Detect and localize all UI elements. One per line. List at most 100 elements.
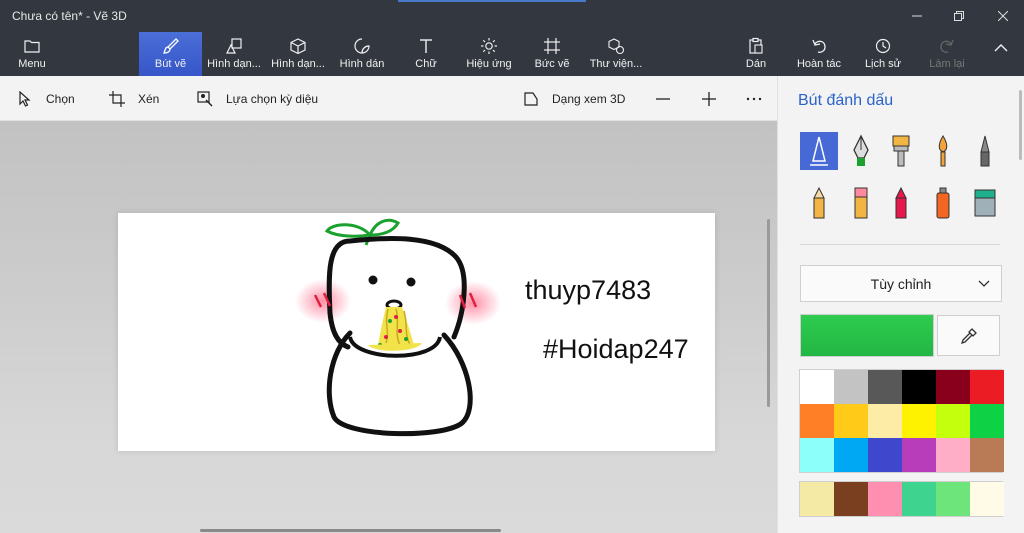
paste-label: Dán xyxy=(745,58,767,70)
color-swatch[interactable] xyxy=(936,438,970,472)
3d-view-label: Dạng xem 3D xyxy=(552,91,626,106)
tab-text[interactable]: Chữ xyxy=(404,32,448,76)
undo-label: Hoàn tác xyxy=(796,58,842,70)
color-swatch[interactable] xyxy=(800,404,834,438)
color-swatch[interactable] xyxy=(800,370,834,404)
close-button[interactable] xyxy=(980,0,1024,32)
color-swatch[interactable] xyxy=(936,404,970,438)
color-swatch[interactable] xyxy=(902,438,936,472)
color-swatch[interactable] xyxy=(970,370,1004,404)
brush-watercolor[interactable] xyxy=(924,132,962,170)
color-swatch[interactable] xyxy=(868,438,902,472)
paste-button[interactable]: Dán xyxy=(738,32,774,76)
color-swatch[interactable] xyxy=(834,482,868,516)
drawing-canvas[interactable]: thuyp7483 #Hoidap247 xyxy=(118,213,715,451)
texture-dropdown-value: Tùy chỉnh xyxy=(870,275,932,292)
close-icon xyxy=(998,11,1008,21)
color-swatch[interactable] xyxy=(834,438,868,472)
brush-marker[interactable] xyxy=(800,132,838,170)
custom-color-palette xyxy=(800,482,1004,516)
color-swatch[interactable] xyxy=(902,404,936,438)
paste-icon xyxy=(747,37,765,55)
title-bar: Chưa có tên* - Vẽ 3D xyxy=(0,0,1024,32)
tool-options-bar: Chọn Xén Lựa chọn kỳ diệu Dạng xem 3D xyxy=(0,76,777,121)
tab-effects[interactable]: Hiệu ứng xyxy=(462,32,516,76)
color-swatch[interactable] xyxy=(902,482,936,516)
menu-button[interactable]: Menu xyxy=(10,32,54,76)
color-swatch[interactable] xyxy=(902,370,936,404)
zoom-out-button[interactable] xyxy=(656,76,670,121)
tab-2d-shapes-label: Hình dạn... xyxy=(207,58,261,70)
restore-button[interactable] xyxy=(936,0,982,32)
color-swatch[interactable] xyxy=(868,482,902,516)
tab-canvas[interactable]: Bức vẽ xyxy=(530,32,574,76)
crop-icon xyxy=(108,90,126,108)
chevron-up-icon xyxy=(994,44,1008,52)
eyedropper-button[interactable] xyxy=(937,315,1000,356)
brush-pencil[interactable] xyxy=(800,184,838,222)
history-icon xyxy=(874,37,892,55)
tab-3d-shapes[interactable]: Hình dạn... xyxy=(268,32,328,76)
3d-shapes-icon xyxy=(289,37,307,55)
canvas-text-username: thuyp7483 xyxy=(525,275,652,305)
brush-fill[interactable] xyxy=(966,184,1004,222)
brush-crayon[interactable] xyxy=(882,184,920,222)
crop-button[interactable]: Xén xyxy=(108,76,159,121)
brush-pixel-pen[interactable] xyxy=(966,132,1004,170)
color-swatch[interactable] xyxy=(868,404,902,438)
current-color-swatch[interactable] xyxy=(800,314,934,357)
panel-scrollbar[interactable] xyxy=(1019,90,1022,160)
color-swatch[interactable] xyxy=(970,438,1004,472)
magic-select-icon xyxy=(196,90,214,108)
minimize-icon xyxy=(912,15,922,17)
color-swatch[interactable] xyxy=(970,482,1004,516)
brush-calligraphy-pen[interactable] xyxy=(842,132,880,170)
tab-brushes[interactable]: Bút vẽ xyxy=(139,32,202,76)
undo-button[interactable]: Hoàn tác xyxy=(794,32,844,76)
magic-select-button[interactable]: Lựa chọn kỳ diệu xyxy=(196,76,318,121)
marker-icon xyxy=(810,136,828,166)
tab-2d-shapes[interactable]: Hình dạn... xyxy=(204,32,264,76)
redo-icon xyxy=(938,37,956,55)
history-button[interactable]: Lịch sử xyxy=(862,32,904,76)
canvas-icon xyxy=(543,37,561,55)
redo-label: Làm lại xyxy=(929,58,965,70)
brush-oil[interactable] xyxy=(882,132,920,170)
3d-view-icon xyxy=(522,90,540,108)
panel-title: Bút đánh dấu xyxy=(798,92,894,109)
tab-stickers[interactable]: Hình dán xyxy=(334,32,390,76)
brush-eraser[interactable] xyxy=(842,184,880,222)
color-swatch[interactable] xyxy=(834,370,868,404)
zoom-in-button[interactable] xyxy=(702,76,716,121)
fill-bucket-icon xyxy=(974,189,996,217)
pixel-pen-icon xyxy=(980,135,990,167)
tab-3d-library[interactable]: Thư viện... xyxy=(588,32,644,76)
chevron-down-icon xyxy=(978,280,990,287)
color-swatch[interactable] xyxy=(970,404,1004,438)
more-options-button[interactable] xyxy=(746,76,762,121)
pencil-icon xyxy=(813,186,825,219)
workspace-vertical-scrollbar[interactable] xyxy=(767,219,770,407)
color-swatch[interactable] xyxy=(800,438,834,472)
panel-divider xyxy=(800,244,1000,245)
redo-button[interactable]: Làm lại xyxy=(926,32,968,76)
select-button[interactable]: Chọn xyxy=(16,76,75,121)
canvas-text-hashtag: #Hoidap247 xyxy=(543,334,689,364)
oil-brush-icon xyxy=(892,135,910,167)
minimize-button[interactable] xyxy=(894,0,940,32)
color-swatch[interactable] xyxy=(936,482,970,516)
brush-spray-can[interactable] xyxy=(924,184,962,222)
folder-icon xyxy=(23,37,41,55)
color-swatch[interactable] xyxy=(936,370,970,404)
text-icon xyxy=(417,37,435,55)
color-swatch[interactable] xyxy=(834,404,868,438)
select-label: Chọn xyxy=(46,91,75,106)
color-swatch[interactable] xyxy=(868,370,902,404)
restore-icon xyxy=(954,11,964,21)
collapse-ribbon-button[interactable] xyxy=(988,32,1014,76)
3d-view-button[interactable]: Dạng xem 3D xyxy=(522,76,625,121)
ellipsis-icon xyxy=(746,97,762,100)
color-swatch[interactable] xyxy=(800,482,834,516)
texture-dropdown[interactable]: Tùy chỉnh xyxy=(800,265,1002,302)
workspace-horizontal-scrollbar[interactable] xyxy=(200,529,501,532)
